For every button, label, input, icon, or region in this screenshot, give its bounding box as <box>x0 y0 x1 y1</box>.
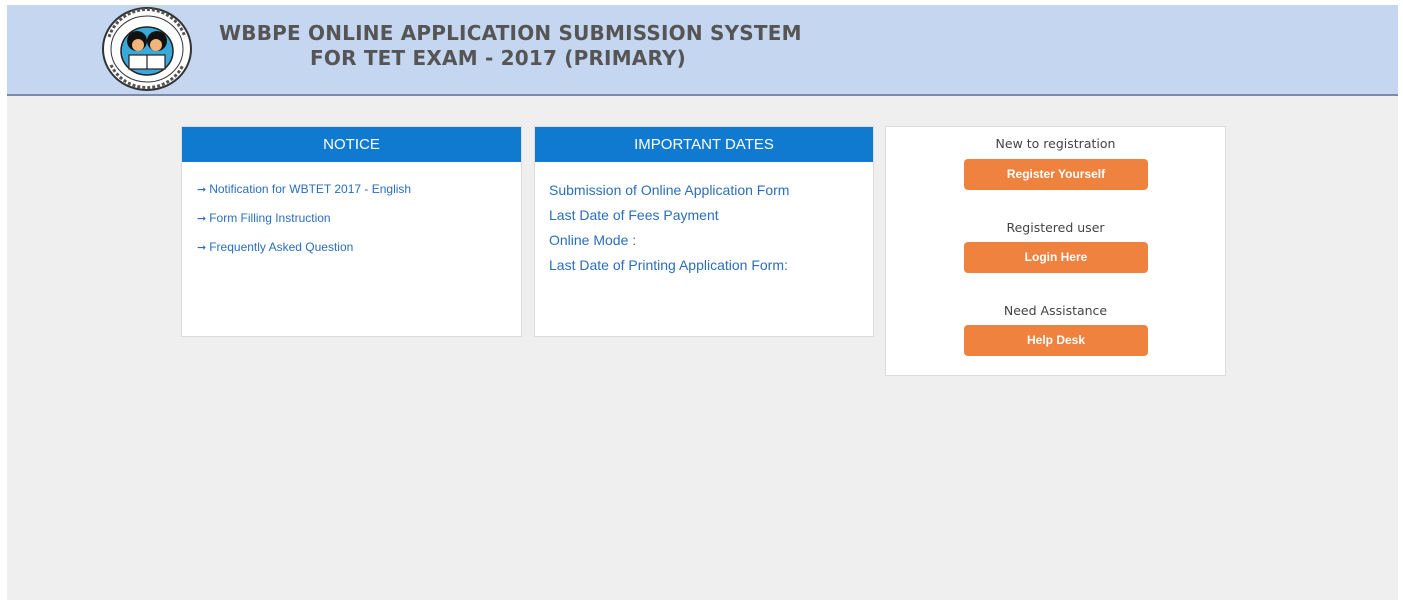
arrow-right-icon: ➞ <box>197 213 207 225</box>
register-yourself-button[interactable]: Register Yourself <box>964 159 1148 190</box>
date-item-submission: Submission of Online Application Form <box>549 182 790 198</box>
need-assistance-label: Need Assistance <box>1003 303 1108 318</box>
important-dates-heading: IMPORTANT DATES <box>535 127 873 162</box>
notice-link-label: Form Filling Instruction <box>209 211 331 225</box>
site-header: WBBPE ONLINE APPLICATION SUBMISSION SYST… <box>7 5 1398 96</box>
wbbpe-emblem-icon <box>99 7 195 91</box>
page-title: WBBPE ONLINE APPLICATION SUBMISSION SYST… <box>219 21 802 71</box>
date-item-fees-payment: Last Date of Fees Payment <box>549 207 719 223</box>
notice-link-label: Frequently Asked Question <box>209 240 354 254</box>
login-here-button[interactable]: Login Here <box>964 242 1148 273</box>
title-line-1: WBBPE ONLINE APPLICATION SUBMISSION SYST… <box>219 21 802 45</box>
notice-link-faq[interactable]: ➞ Frequently Asked Question <box>197 240 521 255</box>
notice-link-notification[interactable]: ➞ Notification for WBTET 2017 - English <box>197 182 521 197</box>
actions-panel: New to registration Register Yourself Re… <box>885 126 1226 376</box>
registered-user-label: Registered user <box>1006 220 1105 235</box>
notice-heading: NOTICE <box>182 127 521 162</box>
notice-link-label: Notification for WBTET 2017 - English <box>209 182 412 196</box>
notice-link-form-instruction[interactable]: ➞ Form Filling Instruction <box>197 211 521 226</box>
new-registration-label: New to registration <box>995 136 1116 151</box>
date-item-printing: Last Date of Printing Application Form: <box>549 257 788 273</box>
page-frame: WBBPE ONLINE APPLICATION SUBMISSION SYST… <box>7 5 1398 600</box>
notice-list: ➞ Notification for WBTET 2017 - English ➞… <box>182 162 521 255</box>
notice-panel: NOTICE ➞ Notification for WBTET 2017 - En… <box>181 126 522 337</box>
help-desk-button[interactable]: Help Desk <box>964 325 1148 356</box>
title-line-2: FOR TET EXAM - 2017 (PRIMARY) <box>310 46 687 70</box>
arrow-right-icon: ➞ <box>197 242 207 254</box>
important-dates-list: Submission of Online Application Form La… <box>535 162 873 273</box>
arrow-right-icon: ➞ <box>197 184 207 196</box>
date-item-online-mode: Online Mode : <box>549 232 637 248</box>
important-dates-panel: IMPORTANT DATES Submission of Online App… <box>534 126 874 337</box>
